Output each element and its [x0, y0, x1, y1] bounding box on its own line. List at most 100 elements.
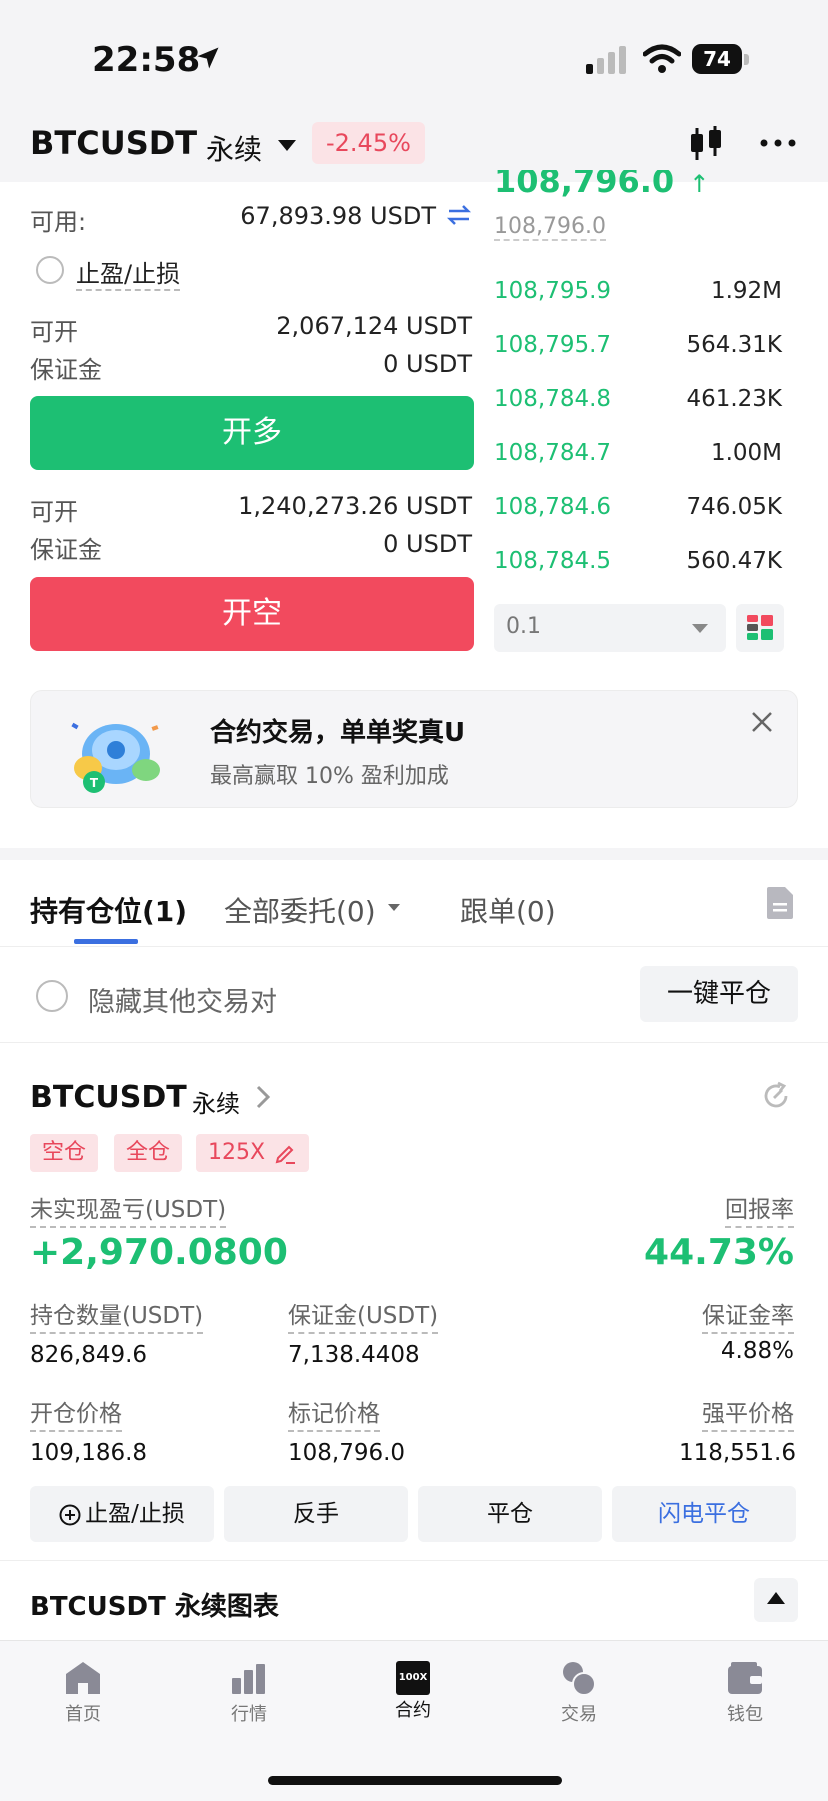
position-size-value: 826,849.6	[30, 1342, 148, 1368]
candlestick-chart-icon[interactable]	[686, 124, 726, 164]
battery-indicator: 74	[692, 44, 752, 74]
tab-positions[interactable]: 持有仓位(1)	[30, 890, 187, 930]
symbol-dropdown-caret-icon[interactable]	[278, 140, 296, 151]
mark-price[interactable]: 108,796.0	[494, 214, 606, 241]
banner-subtitle: 最高赢取 10% 盈利加成	[210, 764, 449, 789]
last-price: 108,796.0	[494, 170, 675, 200]
mark-price-value: 108,796.0	[288, 1440, 406, 1466]
short-margin-label: 保证金	[30, 536, 102, 564]
position-size-label[interactable]: 持仓数量(USDT)	[30, 1296, 204, 1334]
symbol-title[interactable]: BTCUSDT	[30, 124, 197, 162]
status-time: 22:58	[92, 40, 201, 80]
tpsl-button-label: 止盈/止损	[85, 1501, 185, 1527]
short-openable-label: 可开	[30, 498, 78, 526]
last-price-up-arrow-icon: ↑	[689, 170, 710, 198]
short-openable-value: 1,240,273.26 USDT	[238, 492, 472, 520]
margin-rate-value: 4.88%	[720, 1338, 794, 1364]
bid-price[interactable]: 108,784.6	[494, 494, 611, 520]
chevron-right-icon[interactable]	[252, 1082, 274, 1112]
short-margin-value: 0 USDT	[383, 530, 472, 558]
divider	[0, 1560, 828, 1561]
section-divider	[0, 848, 828, 860]
available-label: 可用:	[30, 208, 87, 236]
bid-qty: 564.31K	[686, 332, 782, 358]
mark-price-label[interactable]: 标记价格	[288, 1394, 380, 1432]
tpsl-button[interactable]: 止盈/止损	[30, 1486, 214, 1542]
hide-other-pairs-label[interactable]: 隐藏其他交易对	[88, 980, 277, 1019]
nav-wallet[interactable]: 钱包	[700, 1660, 790, 1726]
nav-home[interactable]: 首页	[38, 1660, 128, 1726]
trade-icon	[563, 1662, 596, 1696]
reverse-button[interactable]: 反手	[224, 1486, 408, 1542]
location-arrow-icon	[197, 47, 219, 69]
precision-value: 0.1	[506, 614, 541, 639]
nav-trade[interactable]: 交易	[534, 1660, 624, 1726]
position-contract-type[interactable]: 永续	[192, 1084, 240, 1119]
divider	[0, 946, 828, 947]
bid-price[interactable]: 108,795.9	[494, 278, 611, 304]
bid-qty: 1.92M	[710, 278, 782, 304]
transfer-icon[interactable]	[446, 202, 472, 228]
more-options-icon[interactable]	[758, 128, 798, 158]
bid-price[interactable]: 108,784.7	[494, 440, 611, 466]
liquidation-price-value: 118,551.6	[678, 1440, 796, 1466]
home-icon	[66, 1662, 100, 1694]
home-indicator	[268, 1776, 562, 1785]
nav-futures[interactable]: 100X 合约	[368, 1660, 458, 1722]
bid-price[interactable]: 108,795.7	[494, 332, 611, 358]
share-icon[interactable]	[760, 1080, 792, 1112]
position-margin-value: 7,138.4408	[288, 1342, 420, 1368]
position-side-tag: 空仓	[30, 1134, 99, 1172]
flash-close-button[interactable]: 闪电平仓	[612, 1486, 796, 1542]
active-tab-indicator	[74, 939, 138, 944]
chevron-down-icon[interactable]	[388, 904, 400, 911]
tab-copy-trading[interactable]: 跟单(0)	[460, 890, 556, 930]
tpsl-checkbox[interactable]	[36, 256, 64, 284]
long-openable-label: 可开	[30, 318, 78, 346]
open-short-button[interactable]: 开空	[30, 577, 474, 651]
position-symbol[interactable]: BTCUSDT	[30, 1080, 187, 1115]
bid-qty: 746.05K	[686, 494, 782, 520]
entry-price-value: 109,186.8	[30, 1440, 148, 1466]
roe-value: 44.73%	[644, 1232, 794, 1273]
entry-price-label[interactable]: 开仓价格	[30, 1394, 122, 1432]
hide-other-pairs-checkbox[interactable]	[36, 980, 68, 1012]
close-all-button[interactable]: 一键平仓	[640, 966, 798, 1022]
available-value: 67,893.98 USDT	[240, 202, 436, 230]
liquidation-price-label[interactable]: 强平价格	[702, 1394, 794, 1432]
wallet-icon	[728, 1662, 762, 1694]
open-long-button[interactable]: 开多	[30, 396, 474, 470]
margin-rate-label[interactable]: 保证金率	[702, 1296, 794, 1334]
coin-reward-icon: T	[71, 722, 160, 793]
bid-qty: 560.47K	[686, 548, 782, 574]
banner-title: 合约交易，单单奖真U	[210, 718, 466, 748]
chart-expand-button[interactable]	[754, 1578, 798, 1622]
chart-section-title[interactable]: BTCUSDT 永续图表	[30, 1586, 279, 1623]
bid-price[interactable]: 108,784.5	[494, 548, 611, 574]
bid-qty: 1.00M	[710, 440, 782, 466]
divider	[0, 1042, 828, 1043]
edit-pencil-icon[interactable]	[274, 1142, 296, 1164]
chevron-up-icon	[767, 1592, 785, 1604]
tpsl-label[interactable]: 止盈/止损	[76, 254, 181, 291]
wifi-icon	[643, 44, 681, 73]
close-icon[interactable]	[748, 708, 776, 736]
orderbook-layout-button[interactable]	[736, 604, 784, 652]
bid-qty: 461.23K	[686, 386, 782, 412]
contract-type-label[interactable]: 永续	[206, 128, 262, 168]
layout-grid-icon	[747, 615, 773, 640]
bid-price[interactable]: 108,784.8	[494, 386, 611, 412]
nav-market[interactable]: 行情	[204, 1660, 294, 1726]
close-position-button[interactable]: 平仓	[418, 1486, 602, 1542]
futures-icon: 100X	[396, 1661, 430, 1695]
add-circle-icon	[59, 1504, 81, 1525]
tab-all-orders[interactable]: 全部委托(0)	[224, 890, 376, 930]
long-margin-value: 0 USDT	[383, 350, 472, 378]
document-icon[interactable]	[766, 886, 794, 920]
roe-label[interactable]: 回报率	[725, 1190, 794, 1228]
position-margin-label[interactable]: 保证金(USDT)	[288, 1296, 439, 1334]
unrealized-pnl-label[interactable]: 未实现盈亏(USDT)	[30, 1190, 227, 1228]
price-change-badge: -2.45%	[312, 122, 425, 164]
market-icon	[232, 1664, 265, 1694]
svg-text:T: T	[90, 776, 99, 790]
